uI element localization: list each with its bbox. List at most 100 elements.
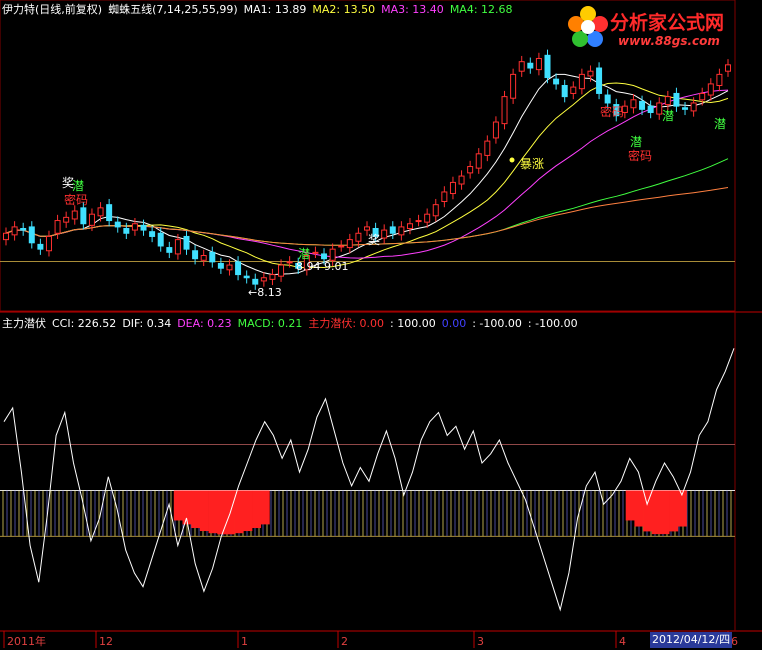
candle-body: [364, 226, 370, 231]
accumulation-block: [643, 490, 653, 532]
candle-body: [260, 277, 267, 282]
dif-value: DIF: 0.34: [122, 317, 172, 330]
x-tick-label: 4: [619, 635, 626, 648]
candle-body: [587, 70, 594, 77]
zlqf-value: 主力潜伏: 0.00: [308, 317, 385, 330]
ma1-value: MA1: 13.89: [243, 3, 307, 16]
candle-body: [3, 232, 9, 241]
candle-body: [501, 96, 508, 125]
surge-marker: [509, 157, 515, 163]
candle-body: [510, 73, 517, 99]
candle-body: [252, 278, 259, 285]
candle-body: [630, 99, 637, 109]
candle-body: [226, 264, 233, 271]
x-tick-label: 2: [341, 635, 348, 648]
logo-title: 分析家公式网: [610, 12, 725, 34]
candle-body: [20, 228, 27, 231]
candle-body: [424, 213, 431, 223]
candle-body: [235, 261, 242, 276]
candle-body: [535, 57, 542, 71]
cci-value: CCI: 226.52: [52, 317, 117, 330]
accumulation-block: [243, 490, 253, 532]
candle-body: [192, 250, 199, 260]
ma2-value: MA2: 13.50: [312, 3, 376, 16]
mima-label-1: 密码: [64, 192, 88, 207]
candle-body: [690, 102, 697, 112]
candle-body: [604, 94, 611, 104]
mima-label-2: 密码: [600, 104, 624, 119]
candle-body: [355, 232, 362, 242]
level-neg100-a: : -100.00: [472, 317, 522, 330]
candle-body: [37, 243, 44, 250]
candle-body: [449, 181, 456, 195]
candle-body: [561, 85, 568, 98]
candle-body: [209, 251, 216, 263]
accumulation-block: [252, 490, 262, 529]
candle-body: [518, 61, 525, 72]
pivot-label-a: 8.94: [296, 260, 321, 273]
qian-label-5: 潜: [714, 117, 726, 131]
low-price-label: ←8.13: [248, 286, 282, 299]
accumulation-block: [191, 490, 201, 529]
candle-body: [329, 248, 336, 261]
accumulation-block: [677, 490, 687, 527]
site-logo: 分析家公式网 www.88gs.com: [566, 4, 756, 54]
candle-body: [278, 264, 285, 277]
candle-body: [656, 102, 663, 115]
candle-body: [527, 62, 534, 69]
candle-body: [71, 210, 78, 220]
accumulation-block: [669, 490, 679, 532]
qian-label-2: 潜: [298, 247, 310, 261]
accumulation-block: [634, 490, 644, 527]
cursor-date: 2012/04/12/四: [650, 632, 733, 648]
candle-body: [441, 191, 448, 202]
candle-body: [286, 261, 293, 264]
candle-body: [406, 223, 413, 230]
candle-body: [578, 73, 585, 90]
candle-body: [553, 78, 560, 85]
candle-body: [458, 175, 465, 185]
candle-body: [45, 235, 52, 252]
x-tick-label: 12: [99, 635, 113, 648]
candle-body: [174, 239, 181, 255]
dea-value: DEA: 0.23: [177, 317, 232, 330]
candle-body: [243, 275, 250, 279]
x-tick-label: 1: [241, 635, 248, 648]
x-tick-label: 2011年: [7, 634, 46, 648]
main-panel-header: 伊力特(日线,前复权) 蜘蛛五线(7,14,25,55,99) MA1: 13.89…: [2, 1, 519, 17]
ma-line-ma5: [5, 187, 729, 246]
jiang-label-1: 奖: [62, 176, 74, 190]
candle-body: [269, 274, 276, 280]
candle-body: [114, 221, 121, 228]
pivot-label-b: 9.01: [324, 260, 349, 273]
candle-body: [415, 220, 422, 223]
accumulation-block: [199, 490, 209, 532]
stock-name: 伊力特(日线,前复权): [2, 3, 103, 16]
candle-body: [200, 255, 207, 261]
candle-body: [699, 92, 706, 101]
panel-name: 主力潜伏: [2, 317, 46, 330]
candle-body: [28, 226, 35, 244]
level-neg100-b: : -100.00: [527, 317, 578, 330]
accumulation-block: [260, 490, 270, 525]
level-zero: 0.00: [441, 317, 467, 330]
candle-body: [97, 207, 104, 217]
candle-body: [647, 105, 654, 114]
candle-body: [140, 224, 147, 231]
candle-body: [398, 226, 405, 236]
candle-body: [664, 96, 671, 106]
candle-body: [725, 64, 731, 72]
mima-label-3: 密码: [628, 148, 652, 163]
accumulation-block: [173, 490, 183, 521]
candle-body: [639, 100, 646, 110]
candle-body: [381, 229, 388, 239]
accumulation-block: [660, 490, 670, 535]
candle-body: [544, 54, 551, 79]
candle-body: [131, 223, 138, 231]
accumulation-block: [625, 490, 635, 521]
candle-body: [11, 226, 18, 236]
candle-body: [596, 67, 603, 94]
macd-value: MACD: 0.21: [237, 317, 303, 330]
candle-body: [166, 247, 173, 253]
candle-body: [432, 204, 439, 217]
